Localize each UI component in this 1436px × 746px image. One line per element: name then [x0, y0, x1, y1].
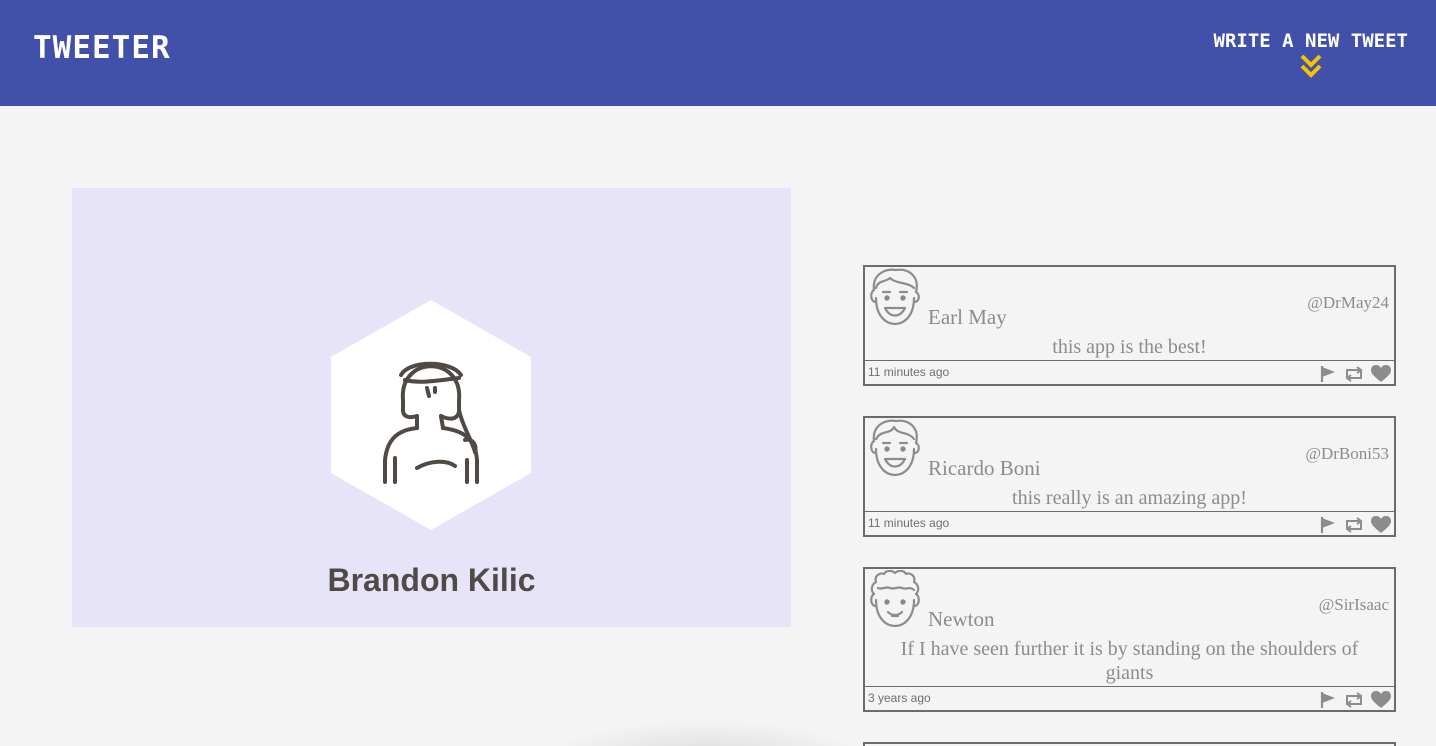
heart-icon[interactable] [1371, 365, 1391, 383]
heart-icon[interactable] [1371, 516, 1391, 534]
retweet-icon[interactable] [1343, 691, 1365, 709]
double-chevron-down-icon[interactable] [1300, 54, 1322, 80]
write-new-tweet-label[interactable]: WRITE A NEW TWEET [1214, 30, 1408, 52]
profile-name: Brandon Kilic [327, 562, 536, 598]
tweet-author-name: Newton [928, 607, 995, 631]
curly-hair-man-avatar-icon [870, 570, 920, 628]
tweet-author-handle: @SirIsaac [1318, 595, 1389, 614]
tweet-text: this really is an amazing app! [1012, 487, 1247, 509]
flag-icon[interactable] [1319, 516, 1337, 534]
tweet-card: Newton @SirIsaac If I have seen further … [863, 567, 1396, 712]
tweet-timestamp: 3 years ago [868, 691, 931, 705]
brand-logo[interactable]: TWEETER [33, 30, 171, 66]
flag-icon[interactable] [1319, 691, 1337, 709]
tweet-author-handle: @DrMay24 [1307, 293, 1389, 312]
heart-icon[interactable] [1371, 691, 1391, 709]
tweet-card: Ricardo Boni @DrBoni53 this really is an… [863, 416, 1396, 537]
retweet-icon[interactable] [1343, 516, 1365, 534]
smiling-man-avatar-icon [870, 268, 920, 326]
tweet-author-name: Ricardo Boni [928, 456, 1041, 480]
flag-icon[interactable] [1319, 365, 1337, 383]
smiling-man-avatar-icon [870, 419, 920, 477]
tweet-author-handle: @DrBoni53 [1305, 444, 1389, 463]
scroll-shadow [540, 720, 870, 746]
tweet-text: this app is the best! [1052, 336, 1207, 358]
tweet-card-partial [863, 742, 1396, 746]
tweet-timestamp: 11 minutes ago [868, 365, 950, 379]
tweet-author-name: Earl May [928, 305, 1007, 329]
write-new-tweet-button[interactable]: WRITE A NEW TWEET [1214, 30, 1408, 80]
tweet-timestamp: 11 minutes ago [868, 516, 950, 530]
top-nav-bar: TWEETER WRITE A NEW TWEET [0, 0, 1436, 106]
tweet-text: If I have seen further it is by standing… [900, 638, 1359, 684]
retweet-icon[interactable] [1343, 365, 1365, 383]
woman-avatar-icon [331, 300, 531, 530]
profile-card: Brandon Kilic [72, 188, 791, 627]
tweet-card: Earl May @DrMay24 this app is the best! … [863, 265, 1396, 386]
